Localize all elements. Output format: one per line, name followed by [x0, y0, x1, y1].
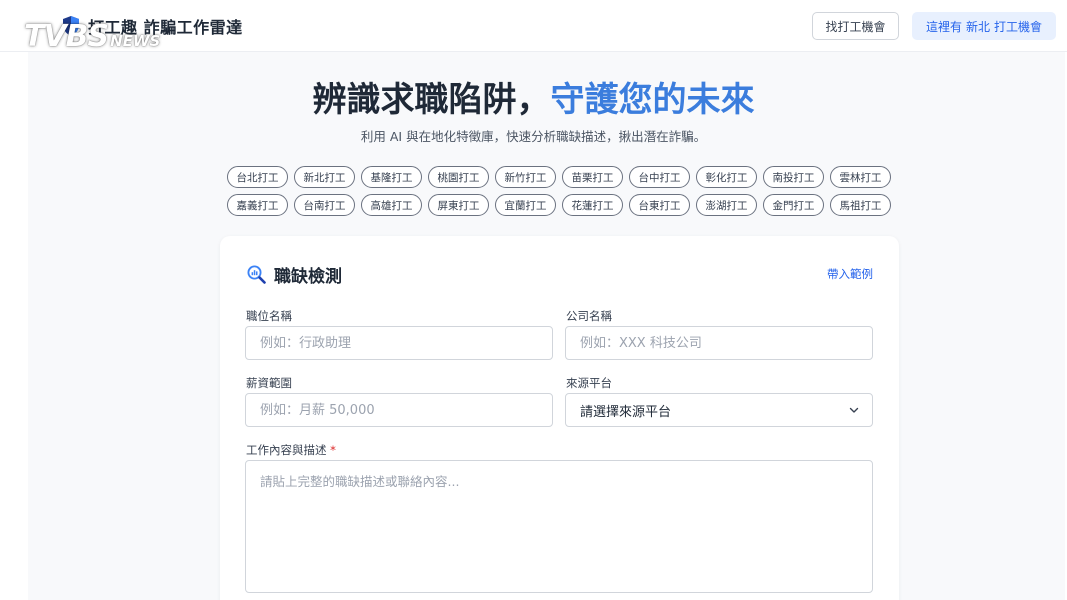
region-chip[interactable]: 雲林打工 [830, 166, 891, 188]
source-platform-value: 請選擇來源平台 [580, 404, 672, 420]
local-jobs-suffix: 打工機會 [994, 19, 1043, 34]
region-chip[interactable]: 南投打工 [763, 166, 824, 188]
local-jobs-region: 新北 [965, 19, 990, 34]
region-chip[interactable]: 花蓮打工 [562, 194, 623, 216]
local-jobs-button[interactable]: 這裡有 新北 打工機會 [912, 12, 1056, 40]
company-input[interactable] [565, 326, 873, 360]
region-chip[interactable]: 屏東打工 [428, 194, 489, 216]
description-label-text: 工作內容與描述 [246, 443, 327, 457]
source-platform-select[interactable]: 請選擇來源平台 [565, 393, 873, 427]
local-jobs-prefix: 這裡有 [925, 19, 962, 34]
card-header: 職缺檢測 [246, 263, 342, 287]
source-label: 來源平台 [566, 376, 612, 390]
region-chip[interactable]: 彰化打工 [696, 166, 757, 188]
region-chip[interactable]: 桃園打工 [428, 166, 489, 188]
region-chip[interactable]: 台南打工 [294, 194, 355, 216]
region-chip[interactable]: 金門打工 [763, 194, 824, 216]
description-label: 工作內容與描述 * [246, 442, 336, 458]
region-chip[interactable]: 宜蘭打工 [495, 194, 556, 216]
hero-title-part1: 辨識求職陷阱， [312, 80, 551, 120]
job-title-input[interactable] [245, 326, 553, 360]
region-chip[interactable]: 台北打工 [227, 166, 288, 188]
tvbs-news-watermark: TVBS NEWS [24, 18, 160, 52]
region-chip[interactable]: 嘉義打工 [227, 194, 288, 216]
region-chip[interactable]: 苗栗打工 [562, 166, 623, 188]
hero-title: 辨識求職陷阱，守護您的未來 [0, 78, 1067, 122]
chevron-down-icon [849, 407, 859, 413]
job-check-card: 職缺檢測 帶入範例 職位名稱 公司名稱 薪資範圍 來源平台 請選擇來源平台 工作… [220, 236, 899, 600]
top-navbar: 打工趣 詐騙工作雷達 TVBS NEWS 找打工機會 這裡有 新北 打工機會 [0, 0, 1067, 52]
region-chip[interactable]: 新北打工 [294, 166, 355, 188]
card-title: 職缺檢測 [274, 266, 342, 287]
required-mark: * [330, 443, 336, 457]
region-chip-list: 台北打工 新北打工 基隆打工 桃園打工 新竹打工 苗栗打工 台中打工 彰化打工 … [227, 166, 897, 216]
search-analytics-icon [247, 265, 266, 284]
company-label: 公司名稱 [566, 309, 612, 323]
region-chip[interactable]: 新竹打工 [495, 166, 556, 188]
region-chip[interactable]: 馬祖打工 [830, 194, 891, 216]
watermark-sub-text: NEWS [110, 32, 161, 50]
description-textarea[interactable] [245, 460, 873, 593]
salary-input[interactable] [245, 393, 553, 427]
job-title-label: 職位名稱 [246, 309, 292, 323]
load-sample-link[interactable]: 帶入範例 [827, 266, 873, 282]
hero-title-part2: 守護您的未來 [550, 80, 755, 120]
region-chip[interactable]: 台東打工 [629, 194, 690, 216]
find-jobs-button[interactable]: 找打工機會 [812, 12, 899, 40]
region-chip[interactable]: 台中打工 [629, 166, 690, 188]
salary-label: 薪資範圍 [246, 376, 292, 390]
region-chip[interactable]: 澎湖打工 [696, 194, 757, 216]
hero-subtitle: 利用 AI 與在地化特徵庫，快速分析職缺描述，揪出潛在詐騙。 [360, 129, 707, 144]
region-chip[interactable]: 基隆打工 [361, 166, 422, 188]
region-chip[interactable]: 高雄打工 [361, 194, 422, 216]
watermark-main-text: TVBS [24, 19, 109, 54]
